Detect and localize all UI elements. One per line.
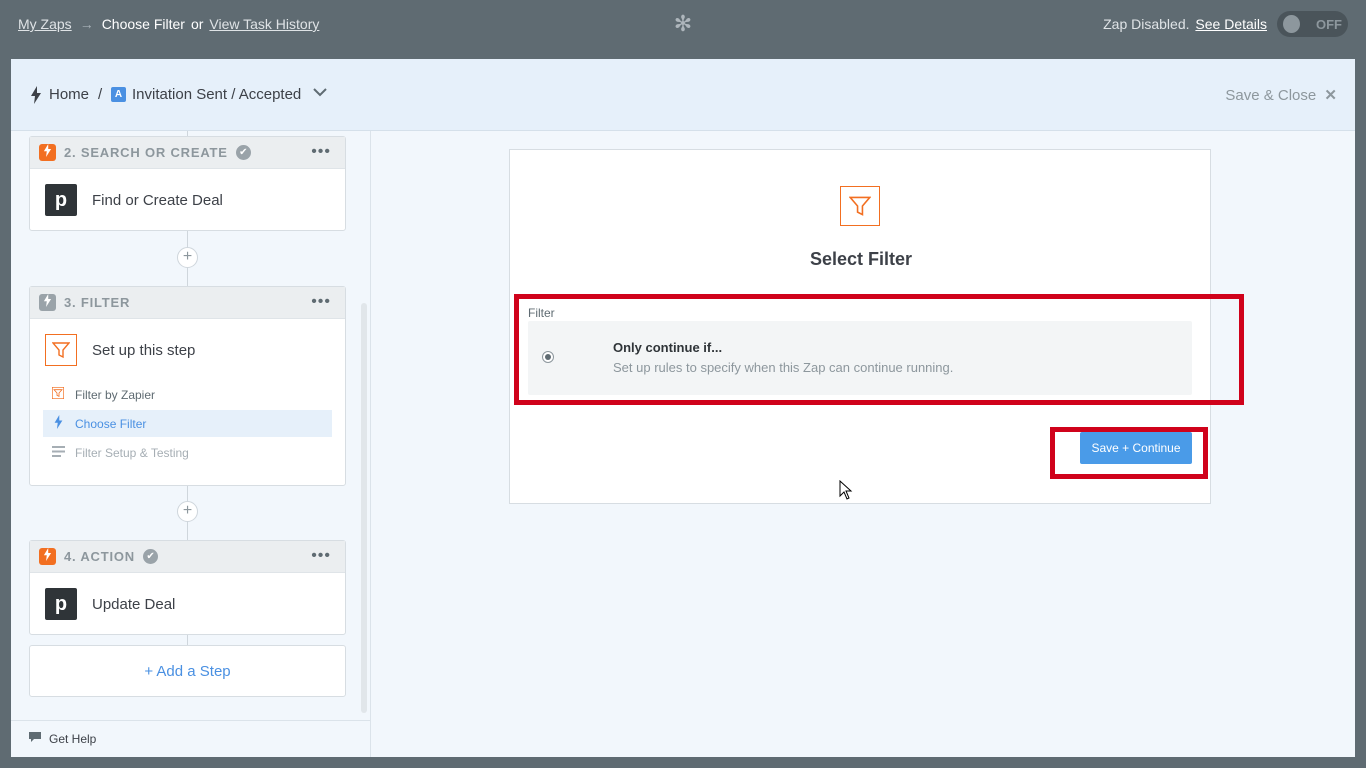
more-options-icon[interactable]: ••• <box>311 293 331 311</box>
substep-list: Filter by Zapier Choose Filter Filter Se… <box>30 381 345 480</box>
zapier-logo-icon: ✻ <box>673 11 693 36</box>
highlight-box-filter-option <box>514 294 1244 405</box>
toggle-knob <box>1283 15 1300 33</box>
step-number-label: 3. FILTER <box>64 295 131 310</box>
or-label: or <box>190 16 204 32</box>
substep-choose-filter[interactable]: Choose Filter <box>43 410 332 437</box>
pipedrive-logo-icon: p <box>45 588 77 620</box>
editor-header: Home / A Invitation Sent / Accepted Save… <box>11 59 1355 131</box>
substep-label: Filter by Zapier <box>75 387 156 402</box>
step-title: Update Deal <box>92 595 176 613</box>
see-details-link[interactable]: See Details <box>1195 16 1267 32</box>
step-title: Find or Create Deal <box>92 191 223 209</box>
check-icon: ✔ <box>143 549 159 564</box>
zap-name[interactable]: Invitation Sent / Accepted <box>132 86 301 103</box>
zap-status: Zap Disabled. See Details <box>1103 16 1267 32</box>
sidebar-scrollbar[interactable] <box>361 303 367 713</box>
view-task-history-link[interactable]: View Task History <box>209 16 319 32</box>
step-number-label: 2. SEARCH OR CREATE <box>64 145 228 160</box>
chevron-down-icon[interactable] <box>313 85 327 103</box>
more-options-icon[interactable]: ••• <box>311 547 331 565</box>
step-card-filter[interactable]: 3. FILTER ••• Set up this step Filter by… <box>29 286 346 486</box>
top-breadcrumb: My Zaps → Choose Filter or View Task His… <box>18 16 319 32</box>
zap-status-text: Zap Disabled. <box>1103 16 1190 32</box>
step-header: 4. ACTION ✔ ••• <box>30 541 345 573</box>
close-icon: ✕ <box>1324 87 1337 104</box>
substep-filter-setup-testing[interactable]: Filter Setup & Testing <box>43 439 332 466</box>
step-body: p Update Deal <box>30 573 345 635</box>
get-help-link[interactable]: Get Help <box>11 720 370 757</box>
save-close-button[interactable]: Save & Close ✕ <box>1225 86 1337 104</box>
app-badge-icon: A <box>111 87 126 102</box>
step-body: Set up this step <box>30 319 345 381</box>
bolt-icon <box>31 86 41 104</box>
zap-editor: Home / A Invitation Sent / Accepted Save… <box>11 59 1355 757</box>
top-bar: My Zaps → Choose Filter or View Task His… <box>0 0 1366 49</box>
toggle-label: OFF <box>1316 16 1342 32</box>
step-card-action[interactable]: 4. ACTION ✔ ••• p Update Deal <box>29 540 346 635</box>
get-help-label: Get Help <box>49 732 97 746</box>
more-options-icon[interactable]: ••• <box>311 143 331 161</box>
mouse-cursor-icon <box>839 479 853 500</box>
chat-icon <box>29 732 41 746</box>
substep-label: Filter Setup & Testing <box>75 445 189 460</box>
pipedrive-logo-icon: p <box>45 184 77 216</box>
highlight-box-save-button <box>1050 427 1208 479</box>
bolt-icon <box>51 415 65 432</box>
bolt-icon <box>39 144 56 161</box>
check-icon: ✔ <box>235 145 251 160</box>
filter-icon <box>840 186 880 226</box>
current-page-label: Choose Filter <box>101 16 185 32</box>
filter-icon <box>51 387 65 402</box>
zap-on-off-toggle[interactable]: OFF <box>1277 11 1348 37</box>
my-zaps-link[interactable]: My Zaps <box>18 16 72 32</box>
substep-filter-by-zapier[interactable]: Filter by Zapier <box>43 381 332 408</box>
save-close-label: Save & Close <box>1225 87 1317 104</box>
add-step-plus-icon[interactable]: + <box>177 247 198 268</box>
lines-icon <box>51 445 65 460</box>
step-title: Set up this step <box>92 341 196 359</box>
step-body: p Find or Create Deal <box>30 169 345 231</box>
bolt-icon <box>39 548 56 565</box>
add-step-button[interactable]: + Add a Step <box>29 645 346 697</box>
substep-label: Choose Filter <box>75 416 147 431</box>
header-separator: / <box>98 86 103 103</box>
steps-sidebar: 2. SEARCH OR CREATE ✔ ••• p Find or Crea… <box>11 131 371 757</box>
bolt-icon <box>39 294 56 311</box>
panel-title: Select Filter <box>809 249 913 269</box>
step-header: 2. SEARCH OR CREATE ✔ ••• <box>30 137 345 169</box>
home-link[interactable]: Home <box>49 86 89 103</box>
add-step-plus-icon[interactable]: + <box>177 501 198 522</box>
filter-icon <box>45 334 77 366</box>
connector-line <box>187 635 188 645</box>
step-card-search-create[interactable]: 2. SEARCH OR CREATE ✔ ••• p Find or Crea… <box>29 136 346 231</box>
breadcrumb-arrow: → <box>79 16 94 32</box>
step-header: 3. FILTER ••• <box>30 287 345 319</box>
step-number-label: 4. ACTION <box>64 549 136 564</box>
